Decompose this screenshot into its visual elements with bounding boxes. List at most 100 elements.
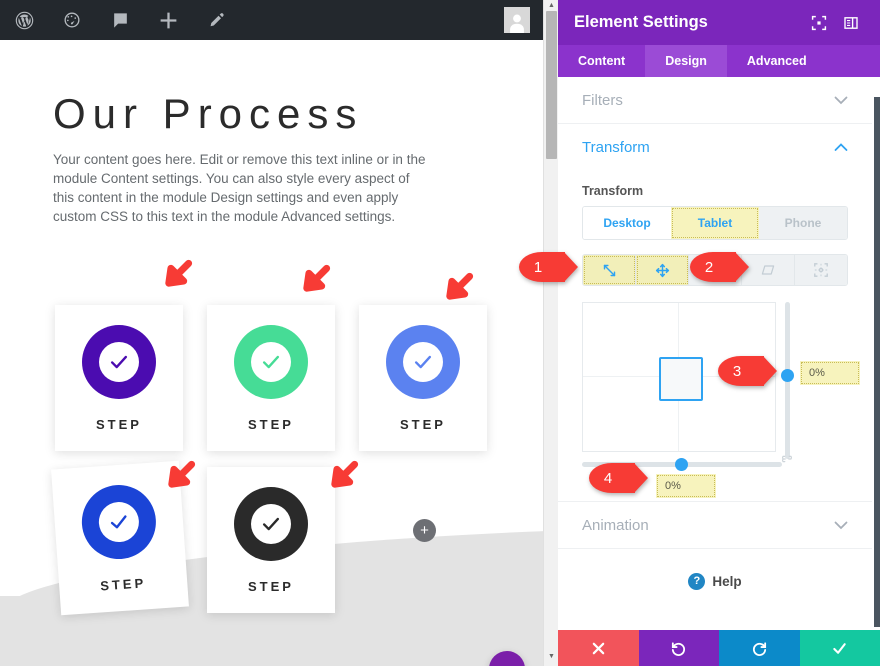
- scroll-up-arrow[interactable]: ▲: [544, 0, 559, 11]
- step-card-label: STEP: [400, 416, 446, 432]
- panel-action-bar: [558, 630, 880, 666]
- element-settings-panel: Element Settings Content Design Advanced…: [558, 0, 880, 666]
- page-body-text: Your content goes here. Edit or remove t…: [53, 152, 426, 224]
- vertical-slider-knob[interactable]: [781, 369, 794, 382]
- redo-button[interactable]: [719, 630, 800, 666]
- annotation-badge-number: 2: [704, 258, 714, 276]
- panel-title: Element Settings: [574, 13, 708, 31]
- avatar[interactable]: [504, 7, 530, 33]
- section-animation[interactable]: Animation: [558, 501, 872, 549]
- wordpress-admin-bar: [0, 0, 548, 40]
- annotation-badge-2: 2: [690, 252, 749, 282]
- dashboard-icon[interactable]: [48, 0, 96, 40]
- link-values-icon[interactable]: [780, 454, 794, 467]
- annotation-arrow: [446, 272, 474, 300]
- transform-field-label: Transform: [582, 184, 644, 198]
- help-icon: ?: [688, 572, 706, 590]
- tab-content[interactable]: Content: [558, 45, 645, 77]
- step-icon-ring: [386, 324, 460, 399]
- page-canvas: Our Process Your content goes here. Edit…: [0, 40, 548, 666]
- page-title: Our Process: [53, 90, 364, 137]
- step-icon-ring: [234, 486, 308, 561]
- section-filters[interactable]: Filters: [558, 77, 872, 124]
- check-icon: [110, 514, 127, 528]
- transform-origin-icon[interactable]: [795, 255, 847, 285]
- site-preview-pane: Our Process Your content goes here. Edit…: [0, 0, 548, 666]
- annotation-badge-number: 3: [732, 362, 742, 380]
- device-tab-phone[interactable]: Phone: [759, 207, 847, 239]
- undo-button[interactable]: [638, 630, 719, 666]
- add-module-button[interactable]: +: [413, 519, 436, 542]
- annotation-arrow: [165, 259, 193, 287]
- step-card[interactable]: STEP: [207, 305, 335, 451]
- edit-page-icon[interactable]: [192, 0, 240, 40]
- annotation-badge-number: 4: [603, 469, 613, 487]
- check-badge: [251, 341, 291, 382]
- check-badge: [251, 503, 291, 544]
- annotation-badge-4: 4: [589, 463, 648, 493]
- chevron-down-icon: [834, 93, 848, 108]
- annotation-arrow: [303, 264, 331, 292]
- annotation-arrow: [168, 460, 196, 488]
- cancel-button[interactable]: [558, 630, 639, 666]
- section-animation-label: Animation: [582, 516, 649, 534]
- step-card[interactable]: STEP: [359, 305, 487, 451]
- check-icon: [110, 355, 128, 368]
- step-icon-ring: [234, 324, 308, 399]
- browser-scrollbar-thumb[interactable]: [546, 11, 557, 159]
- focus-target-icon[interactable]: [806, 10, 832, 36]
- comments-icon[interactable]: [96, 0, 144, 40]
- section-filters-label: Filters: [582, 91, 623, 109]
- annotation-badge-1: 1: [519, 252, 578, 282]
- panel-tabs: Content Design Advanced: [558, 45, 880, 77]
- transform-translate-icon[interactable]: [636, 255, 689, 285]
- step-card-label: STEP: [248, 578, 294, 594]
- vertical-value-bubble[interactable]: 0%: [800, 361, 860, 385]
- transform-pad-area: 0% 0%: [582, 302, 860, 498]
- scroll-down-arrow[interactable]: ▼: [544, 651, 559, 662]
- annotation-badge-number: 1: [533, 258, 543, 276]
- transform-pad-handle[interactable]: [659, 357, 703, 401]
- step-icon-ring: [79, 482, 159, 562]
- annotation-arrow: [331, 460, 359, 488]
- chevron-up-icon: [834, 140, 848, 155]
- browser-scrollbar[interactable]: ▲ ▼: [543, 0, 559, 666]
- new-content-icon[interactable]: [144, 0, 192, 40]
- vertical-slider[interactable]: [781, 302, 794, 459]
- step-card-label: STEP: [248, 416, 294, 432]
- transform-scale-icon[interactable]: [583, 255, 636, 285]
- section-transform-label: Transform: [582, 138, 650, 156]
- horizontal-slider-knob[interactable]: [675, 458, 688, 471]
- step-card-label: STEP: [96, 416, 142, 432]
- step-card[interactable]: STEP: [207, 467, 335, 613]
- check-badge: [97, 500, 141, 543]
- check-badge: [99, 341, 139, 382]
- chevron-down-icon: [834, 518, 848, 533]
- device-tab-tablet[interactable]: Tablet: [671, 207, 759, 239]
- check-icon: [414, 355, 432, 368]
- device-tab-desktop[interactable]: Desktop: [583, 207, 671, 239]
- device-tabs: Desktop Tablet Phone: [582, 206, 848, 240]
- check-badge: [403, 341, 443, 382]
- transform-controls: Transform Desktop Tablet Phone 0% 0%: [558, 170, 872, 498]
- help-row[interactable]: ? Help: [558, 549, 872, 613]
- save-button[interactable]: [799, 630, 880, 666]
- annotation-badge-3: 3: [718, 356, 777, 386]
- panel-scrollbar[interactable]: [872, 77, 880, 630]
- panel-body: Filters Transform Transform Desktop Tabl…: [558, 77, 872, 628]
- panel-layout-icon[interactable]: [838, 10, 864, 36]
- section-transform[interactable]: Transform: [558, 124, 872, 170]
- panel-header: Element Settings: [558, 0, 880, 45]
- horizontal-value-bubble[interactable]: 0%: [656, 474, 716, 498]
- step-card-label: STEP: [99, 574, 147, 593]
- transform-skew-icon[interactable]: [742, 255, 795, 285]
- step-card[interactable]: STEP: [55, 305, 183, 451]
- tab-advanced[interactable]: Advanced: [727, 45, 827, 77]
- check-icon: [262, 517, 280, 530]
- tab-design[interactable]: Design: [645, 45, 727, 77]
- check-icon: [262, 355, 280, 368]
- wordpress-logo-icon[interactable]: [0, 0, 48, 40]
- step-icon-ring: [82, 324, 156, 399]
- help-label: Help: [712, 573, 742, 589]
- panel-scrollbar-thumb[interactable]: [874, 97, 880, 627]
